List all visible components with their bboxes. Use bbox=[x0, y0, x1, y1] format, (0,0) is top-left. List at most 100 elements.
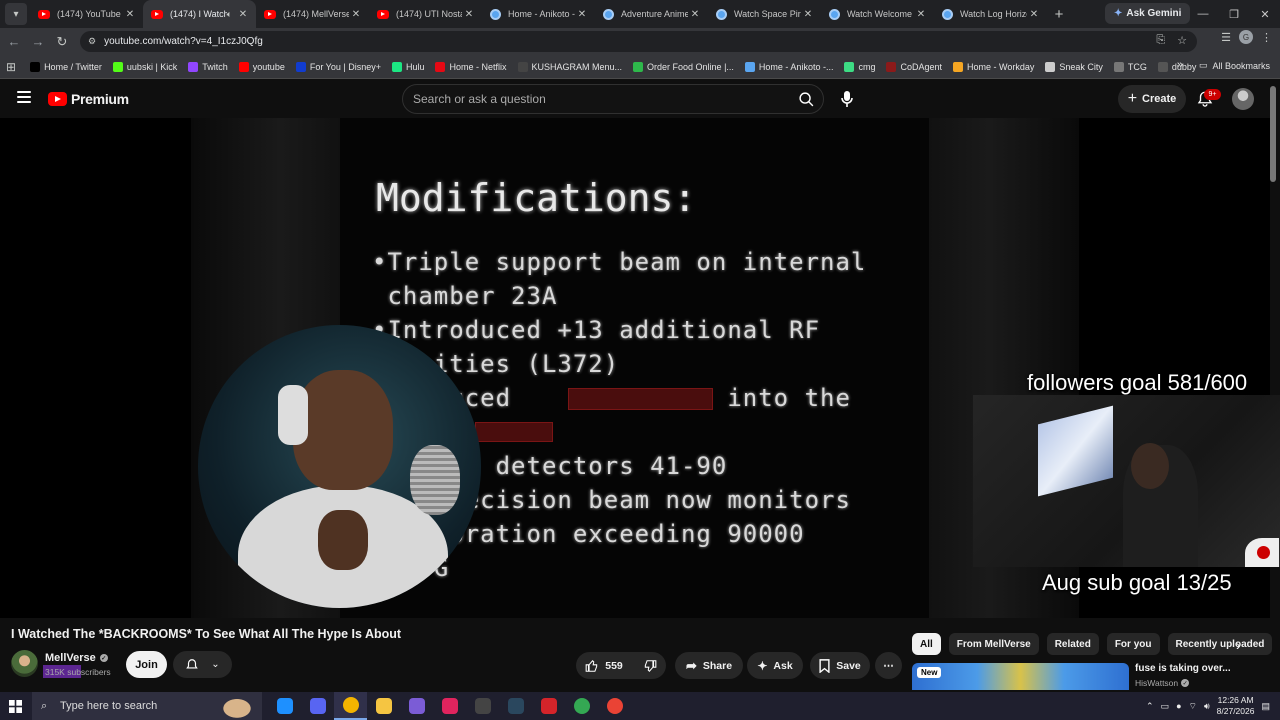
dislike-button[interactable] bbox=[633, 652, 667, 679]
close-tab-icon[interactable]: ✕ bbox=[575, 9, 589, 20]
youtube-premium-logo[interactable]: Premium bbox=[48, 91, 129, 107]
apps-grid-icon[interactable]: ⊞ bbox=[6, 60, 16, 74]
close-window-button[interactable]: ✕ bbox=[1249, 0, 1280, 28]
bookmark-star-icon[interactable]: ☆ bbox=[1177, 34, 1187, 47]
bookmark-item[interactable]: Home / Twitter bbox=[30, 61, 102, 72]
taskview-icon[interactable] bbox=[268, 692, 301, 720]
join-button[interactable]: Join bbox=[126, 651, 167, 678]
close-tab-icon[interactable]: ✕ bbox=[914, 9, 928, 20]
forward-button[interactable]: → bbox=[26, 34, 50, 49]
guide-menu-icon[interactable] bbox=[17, 91, 31, 103]
bookmark-item[interactable]: Hulu bbox=[391, 61, 424, 72]
chrome-profile-2-icon[interactable] bbox=[598, 692, 631, 720]
bookmark-item[interactable]: Order Food Online |... bbox=[633, 61, 734, 72]
voice-search-mic-icon[interactable] bbox=[835, 85, 859, 112]
chrome-profile-icon[interactable] bbox=[565, 692, 598, 720]
like-button[interactable]: 559 bbox=[575, 652, 633, 679]
clock[interactable]: 12:26 AM 8/27/2026 bbox=[1217, 695, 1255, 717]
browser-tab[interactable]: (1474) UTI Nostalg✕ bbox=[369, 0, 482, 28]
new-tab-button[interactable]: + bbox=[1047, 6, 1071, 23]
profile-avatar[interactable]: G bbox=[1239, 30, 1253, 44]
audio-playing-icon[interactable]: 🔈︎ bbox=[227, 9, 232, 20]
bookmark-item[interactable]: Home - Netflix bbox=[435, 61, 507, 72]
search-icon[interactable] bbox=[798, 91, 815, 108]
minimize-button[interactable]: — bbox=[1187, 0, 1219, 28]
filter-chip[interactable]: For you bbox=[1106, 633, 1160, 655]
tray-overflow-chevron-icon[interactable]: ⌃ bbox=[1146, 701, 1154, 712]
share-button[interactable]: ➦ Share bbox=[675, 652, 743, 679]
bookmark-item[interactable]: CoDAgent bbox=[886, 61, 942, 72]
tab-search-menu-button[interactable]: ▾ bbox=[5, 3, 27, 25]
channel-name[interactable]: MellVerse ✓ bbox=[45, 652, 108, 664]
more-bookmarks-chevron-icon[interactable]: » bbox=[1177, 59, 1183, 71]
adobe-app-icon[interactable] bbox=[532, 692, 565, 720]
windows-start-button[interactable] bbox=[0, 692, 30, 720]
close-tab-icon[interactable]: ✕ bbox=[236, 9, 250, 20]
bookmark-item[interactable]: TCG bbox=[1113, 61, 1147, 72]
back-button[interactable]: ← bbox=[2, 34, 26, 49]
close-tab-icon[interactable]: ✕ bbox=[462, 9, 476, 20]
more-actions-button[interactable]: ⋯ bbox=[875, 652, 902, 679]
search-input[interactable]: Search or ask a question bbox=[402, 84, 824, 114]
filter-chip[interactable]: From MellVerse bbox=[948, 633, 1039, 655]
ask-button[interactable]: ✦ Ask bbox=[747, 652, 803, 679]
reload-button[interactable]: ↻ bbox=[50, 34, 74, 50]
bookmark-item[interactable]: youtube bbox=[238, 61, 285, 72]
wifi-icon[interactable]: ⌔ bbox=[1189, 701, 1197, 712]
site-info-icon[interactable]: ⚙ bbox=[88, 36, 96, 47]
page-scrollbar[interactable] bbox=[1270, 86, 1276, 182]
browser-tab[interactable]: (1474) MellVerse -✕ bbox=[256, 0, 369, 28]
file-explorer-icon[interactable] bbox=[367, 692, 400, 720]
close-tab-icon[interactable]: ✕ bbox=[801, 9, 815, 20]
bookmark-item[interactable]: For You | Disney+ bbox=[295, 61, 381, 72]
bookmark-item[interactable]: Twitch bbox=[188, 61, 228, 72]
restore-button[interactable]: ❐ bbox=[1218, 0, 1250, 28]
account-avatar[interactable] bbox=[1232, 88, 1254, 110]
close-tab-icon[interactable]: ✕ bbox=[349, 9, 363, 20]
browser-tab[interactable]: Adventure Anime ✕ bbox=[595, 0, 708, 28]
browser-tab[interactable]: Watch Space Pirat ✕ bbox=[708, 0, 821, 28]
chrome-app-icon[interactable] bbox=[334, 692, 367, 720]
filter-chip[interactable]: Recently uploaded bbox=[1167, 633, 1273, 655]
bookmark-item[interactable]: uubski | Kick bbox=[112, 61, 177, 72]
game-app-icon[interactable] bbox=[400, 692, 433, 720]
all-bookmarks-button[interactable]: ▭ All Bookmarks bbox=[1199, 60, 1270, 71]
subscription-bell-button[interactable]: ⌄ bbox=[173, 651, 232, 678]
recommended-thumbnail[interactable]: New bbox=[912, 663, 1129, 690]
bookmark-item[interactable]: Sneak City bbox=[1045, 61, 1103, 72]
network-icon[interactable]: ▭ bbox=[1161, 701, 1170, 712]
filter-chip[interactable]: All bbox=[912, 633, 941, 655]
bookmark-item[interactable]: Home - Workday bbox=[953, 61, 1034, 72]
taskbar-search-input[interactable]: ⌕ Type here to search bbox=[32, 692, 262, 720]
volume-icon[interactable]: 🔊︎ bbox=[1204, 701, 1210, 712]
close-tab-icon[interactable]: ✕ bbox=[1027, 9, 1041, 20]
ask-gemini-button[interactable]: ✦ Ask Gemini bbox=[1105, 3, 1191, 24]
channel-avatar[interactable] bbox=[11, 650, 38, 677]
browser-tab[interactable]: Home - Anikoto - ✕ bbox=[482, 0, 595, 28]
save-button[interactable]: Save bbox=[810, 652, 870, 679]
browser-tab[interactable]: (1474) I Watch 🔈︎ ✕ bbox=[143, 0, 256, 28]
bookmark-item[interactable]: Home - Anikoto -... bbox=[744, 61, 833, 72]
bookmark-item[interactable]: KUSHAGRAM Menu... bbox=[517, 61, 622, 72]
media-app-icon[interactable] bbox=[433, 692, 466, 720]
reading-list-icon[interactable]: ☰ bbox=[1221, 31, 1231, 44]
chevron-right-icon[interactable]: › bbox=[1236, 637, 1241, 653]
close-tab-icon[interactable]: ✕ bbox=[688, 9, 702, 20]
browser-tab[interactable]: (1474) YouTube ✕ bbox=[30, 0, 143, 28]
recommended-title[interactable]: fuse is taking over... bbox=[1135, 663, 1231, 674]
address-bar[interactable]: ⚙ youtube.com/watch?v=4_I1czJ0Qfg ⎘ ☆ bbox=[80, 31, 1197, 52]
close-tab-icon[interactable]: ✕ bbox=[123, 9, 137, 20]
bookmark-item[interactable]: cmg bbox=[844, 61, 875, 72]
filter-chip[interactable]: Related bbox=[1046, 633, 1099, 655]
obs-app-icon[interactable] bbox=[466, 692, 499, 720]
notification-center-icon[interactable]: ▤ bbox=[1261, 701, 1270, 712]
discord-app-icon[interactable] bbox=[301, 692, 334, 720]
install-app-icon[interactable]: ⎘ bbox=[1156, 34, 1165, 47]
create-button[interactable]: + Create bbox=[1118, 85, 1186, 113]
recommended-channel[interactable]: HisWattson ✓ bbox=[1135, 678, 1190, 688]
browser-tab[interactable]: Watch Welcome t ✕ bbox=[821, 0, 934, 28]
steam-app-icon[interactable] bbox=[499, 692, 532, 720]
browser-tab[interactable]: Watch Log Horizo ✕ bbox=[934, 0, 1047, 28]
chrome-menu-icon[interactable]: ⋮ bbox=[1261, 31, 1272, 44]
mic-icon[interactable]: ● bbox=[1176, 701, 1181, 711]
